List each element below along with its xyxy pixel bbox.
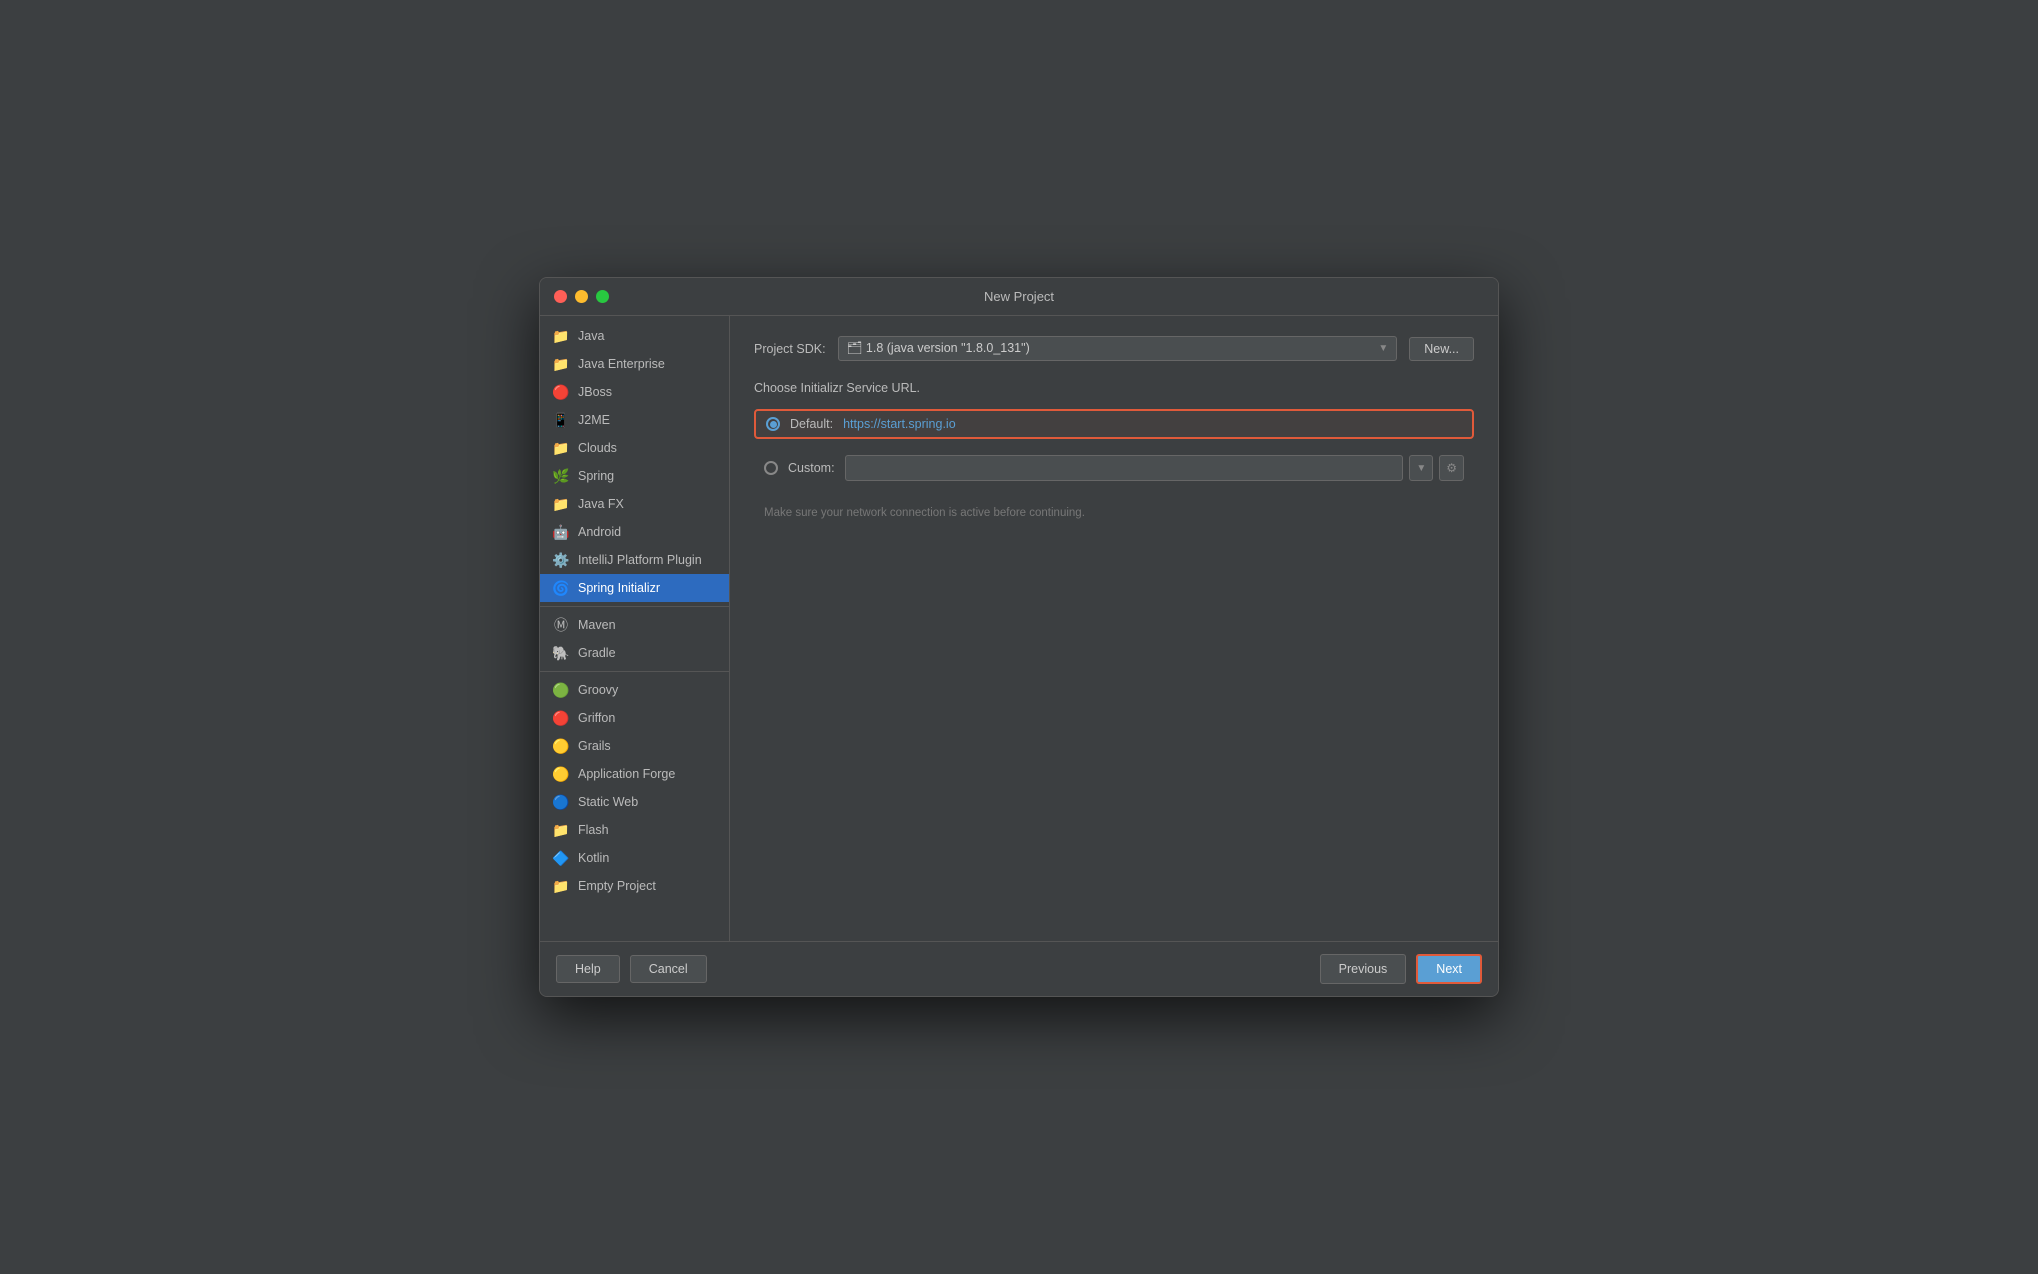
sdk-new-button[interactable]: New... (1409, 337, 1474, 361)
sidebar-item-gradle[interactable]: 🐘 Gradle (540, 639, 729, 667)
sidebar-item-maven[interactable]: Ⓜ Maven (540, 611, 729, 639)
content-spacer (754, 519, 1474, 921)
gradle-icon: 🐘 (552, 644, 570, 662)
sidebar-item-groovy[interactable]: 🟢 Groovy (540, 676, 729, 704)
section-title: Choose Initializr Service URL. (754, 381, 1474, 395)
content-panel: Project SDK: 🗂 1.8 (java version "1.8.0_… (730, 316, 1498, 941)
sidebar-item-label: J2ME (578, 413, 610, 427)
sidebar-item-javafx[interactable]: 📁 Java FX (540, 490, 729, 518)
static-web-icon: 🔵 (552, 793, 570, 811)
sidebar: 📁 Java 📁 Java Enterprise 🔴 JBoss 📱 J2ME … (540, 316, 730, 941)
javafx-icon: 📁 (552, 495, 570, 513)
close-button[interactable] (554, 290, 567, 303)
sidebar-item-label: Empty Project (578, 879, 656, 893)
application-forge-icon: 🟡 (552, 765, 570, 783)
java-icon: 📁 (552, 327, 570, 345)
sidebar-item-label: Clouds (578, 441, 617, 455)
sidebar-item-flash[interactable]: 📁 Flash (540, 816, 729, 844)
sidebar-item-android[interactable]: 🤖 Android (540, 518, 729, 546)
hint-text: Make sure your network connection is act… (764, 507, 1474, 519)
previous-button[interactable]: Previous (1320, 954, 1407, 984)
jboss-icon: 🔴 (552, 383, 570, 401)
groovy-icon: 🟢 (552, 681, 570, 699)
sidebar-item-grails[interactable]: 🟡 Grails (540, 732, 729, 760)
sidebar-item-jboss[interactable]: 🔴 JBoss (540, 378, 729, 406)
sidebar-item-label: Java (578, 329, 604, 343)
custom-dropdown-button[interactable]: ▼ (1409, 455, 1433, 481)
sidebar-item-label: Griffon (578, 711, 615, 725)
default-radio[interactable] (766, 417, 780, 431)
next-button[interactable]: Next (1416, 954, 1482, 984)
sidebar-item-clouds[interactable]: 📁 Clouds (540, 434, 729, 462)
window-title: New Project (984, 289, 1054, 304)
kotlin-icon: 🔷 (552, 849, 570, 867)
cancel-button[interactable]: Cancel (630, 955, 707, 983)
sidebar-item-spring-initializr[interactable]: 🌀 Spring Initializr (540, 574, 729, 602)
default-url: https://start.spring.io (843, 417, 956, 431)
custom-input-row: ▼ ⚙ (845, 455, 1464, 481)
intellij-icon: ⚙️ (552, 551, 570, 569)
sidebar-item-label: Groovy (578, 683, 618, 697)
sidebar-item-label: Gradle (578, 646, 616, 660)
default-label: Default: (790, 417, 833, 431)
main-area: 📁 Java 📁 Java Enterprise 🔴 JBoss 📱 J2ME … (540, 316, 1498, 941)
sdk-dropdown[interactable]: 🗂 1.8 (java version "1.8.0_131") ▼ (838, 336, 1398, 361)
sdk-value: 🗂 1.8 (java version "1.8.0_131") (847, 341, 1030, 356)
j2me-icon: 📱 (552, 411, 570, 429)
sidebar-item-label: Flash (578, 823, 609, 837)
sidebar-item-label: Kotlin (578, 851, 609, 865)
custom-url-input[interactable] (845, 455, 1404, 481)
footer: Help Cancel Previous Next (540, 941, 1498, 996)
android-icon: 🤖 (552, 523, 570, 541)
minimize-button[interactable] (575, 290, 588, 303)
sdk-row: Project SDK: 🗂 1.8 (java version "1.8.0_… (754, 336, 1474, 361)
maximize-button[interactable] (596, 290, 609, 303)
sidebar-item-java-enterprise[interactable]: 📁 Java Enterprise (540, 350, 729, 378)
spring-icon: 🌿 (552, 467, 570, 485)
default-option-row: Default: https://start.spring.io (754, 409, 1474, 439)
maven-icon: Ⓜ (552, 616, 570, 634)
sidebar-item-static-web[interactable]: 🔵 Static Web (540, 788, 729, 816)
new-project-window: New Project 📁 Java 📁 Java Enterprise 🔴 J… (539, 277, 1499, 997)
empty-project-icon: 📁 (552, 877, 570, 895)
help-button[interactable]: Help (556, 955, 620, 983)
sidebar-divider-2 (540, 671, 729, 672)
sidebar-item-label: Application Forge (578, 767, 675, 781)
sidebar-item-label: IntelliJ Platform Plugin (578, 553, 702, 567)
sidebar-item-label: Spring (578, 469, 614, 483)
sidebar-item-label: Maven (578, 618, 616, 632)
sidebar-item-spring[interactable]: 🌿 Spring (540, 462, 729, 490)
footer-right: Previous Next (1320, 954, 1482, 984)
sdk-label: Project SDK: (754, 342, 826, 356)
titlebar: New Project (540, 278, 1498, 316)
sidebar-item-label: Java FX (578, 497, 624, 511)
sidebar-item-java[interactable]: 📁 Java (540, 322, 729, 350)
sidebar-item-label: Java Enterprise (578, 357, 665, 371)
sidebar-item-intellij-platform[interactable]: ⚙️ IntelliJ Platform Plugin (540, 546, 729, 574)
sidebar-item-label: Static Web (578, 795, 638, 809)
sidebar-item-label: Android (578, 525, 621, 539)
sidebar-item-label: Spring Initializr (578, 581, 660, 595)
grails-icon: 🟡 (552, 737, 570, 755)
custom-radio[interactable] (764, 461, 778, 475)
flash-icon: 📁 (552, 821, 570, 839)
sidebar-item-label: JBoss (578, 385, 612, 399)
sidebar-item-j2me[interactable]: 📱 J2ME (540, 406, 729, 434)
sidebar-item-kotlin[interactable]: 🔷 Kotlin (540, 844, 729, 872)
chevron-down-icon: ▼ (1378, 343, 1388, 354)
sidebar-divider-1 (540, 606, 729, 607)
clouds-icon: 📁 (552, 439, 570, 457)
sidebar-item-label: Grails (578, 739, 611, 753)
sidebar-item-empty-project[interactable]: 📁 Empty Project (540, 872, 729, 900)
sidebar-item-griffon[interactable]: 🔴 Griffon (540, 704, 729, 732)
window-controls (554, 290, 609, 303)
griffon-icon: 🔴 (552, 709, 570, 727)
custom-option-row: Custom: ▼ ⚙ (754, 449, 1474, 487)
spring-initializr-icon: 🌀 (552, 579, 570, 597)
sidebar-item-application-forge[interactable]: 🟡 Application Forge (540, 760, 729, 788)
custom-label: Custom: (788, 461, 835, 475)
custom-settings-button[interactable]: ⚙ (1439, 455, 1464, 481)
java-enterprise-icon: 📁 (552, 355, 570, 373)
